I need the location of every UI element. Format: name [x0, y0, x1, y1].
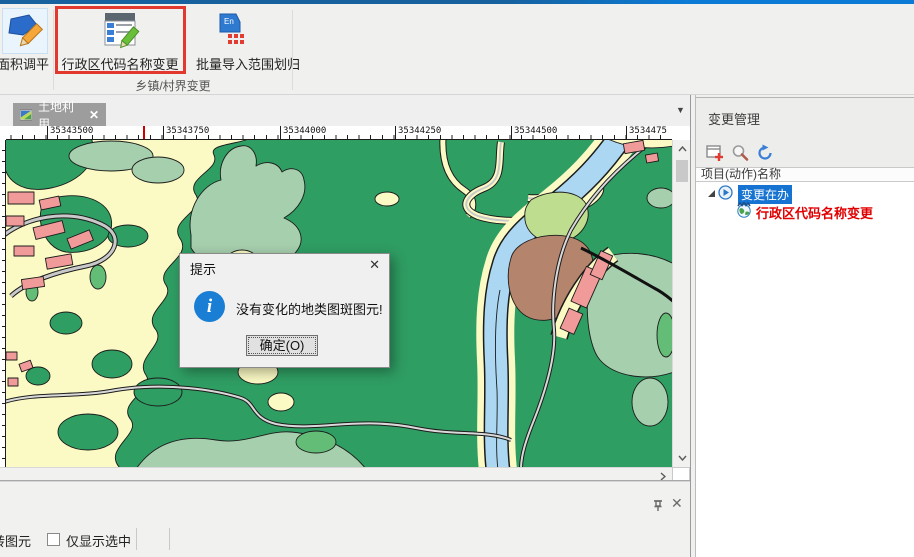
- batch-import-icon: En: [216, 12, 246, 48]
- map-horizontal-scrollbar[interactable]: [0, 467, 672, 481]
- message-dialog: 提示 ✕ i 没有变化的地类图斑图元! 确定(O): [179, 253, 390, 368]
- panel-splitter[interactable]: [690, 95, 691, 557]
- dialog-message: 没有变化的地类图斑图元!: [236, 299, 383, 318]
- area-balance-icon: [3, 9, 47, 53]
- batch-import-button[interactable]: En: [216, 12, 246, 48]
- tab-overflow-arrow-icon[interactable]: ▼: [676, 105, 685, 115]
- scroll-up-icon[interactable]: [678, 146, 687, 152]
- dialog-close-icon[interactable]: ✕: [369, 257, 380, 273]
- panel-title: 变更管理: [708, 109, 760, 128]
- ruler-cursor-marker: [143, 126, 145, 139]
- dialog-title: 提示: [190, 259, 216, 278]
- toolbar-separator: [136, 528, 137, 550]
- ribbon-toolbar: 面积调平 行政区代码名称变更 En: [0, 4, 914, 95]
- ruler-label: 35343500: [50, 126, 93, 136]
- application-window: 面积调平 行政区代码名称变更 En: [0, 0, 914, 557]
- ruler-label: 35343750: [166, 126, 209, 136]
- horizontal-ruler: 35343500 35343750 35344000 35344250 3534…: [0, 126, 672, 140]
- ruler-corner: [0, 126, 6, 140]
- ok-button[interactable]: 确定(O): [246, 335, 318, 356]
- show-selected-label: 仅显示选中: [66, 531, 131, 550]
- tree-expand-arrow-icon[interactable]: [708, 190, 715, 197]
- search-icon[interactable]: [731, 144, 749, 162]
- area-balance-label: 面积调平: [0, 54, 58, 73]
- document-tab-bar: 土地利用 ✕ ▼: [0, 95, 690, 126]
- ruler-minor-ticks: [0, 135, 672, 139]
- svg-text:En: En: [224, 17, 234, 26]
- scroll-down-icon[interactable]: [678, 455, 687, 461]
- ribbon-group-separator: [292, 10, 293, 90]
- ruler-label: 3534475: [629, 126, 667, 136]
- tree-column-header[interactable]: 项目(动作)名称: [696, 167, 914, 182]
- project-tree: 变更在办 行政区代码名称变更: [696, 182, 914, 557]
- toolbar-separator: [169, 528, 170, 550]
- tree-item-admin-code-change[interactable]: 行政区代码名称变更: [756, 203, 873, 222]
- tutorial-highlight-box: [55, 6, 186, 74]
- map-vertical-scrollbar[interactable]: [672, 140, 690, 467]
- map-tab-icon: [20, 109, 32, 121]
- change-management-panel: 变更管理 项目(动作)名称 变更在办: [696, 97, 914, 557]
- batch-import-label: 批量导入范围划归: [196, 54, 300, 73]
- tab-close-icon[interactable]: ✕: [89, 108, 99, 122]
- add-project-icon[interactable]: [706, 144, 724, 162]
- close-panel-icon[interactable]: ✕: [671, 495, 683, 512]
- ribbon-group-separator: [53, 10, 54, 90]
- pin-icon[interactable]: [651, 498, 665, 512]
- play-icon: [718, 185, 733, 200]
- show-selected-checkbox[interactable]: [47, 533, 60, 546]
- ruler-label: 35344500: [514, 126, 557, 136]
- ok-button-label: 确定(O): [260, 338, 305, 353]
- bottom-dock-panel: ✕ 转图元 仅显示选中: [0, 482, 690, 557]
- refresh-icon[interactable]: [756, 144, 774, 162]
- scrollbar-corner: [672, 467, 690, 481]
- vertical-scroll-thumb[interactable]: [676, 160, 688, 182]
- clipped-toolbar-label: 转图元: [0, 531, 31, 550]
- tab-land-use[interactable]: 土地利用 ✕: [13, 103, 106, 126]
- info-icon: i: [194, 291, 225, 322]
- ruler-label: 35344250: [398, 126, 441, 136]
- ruler-label: 35344000: [283, 126, 326, 136]
- area-balance-button[interactable]: [2, 8, 48, 54]
- ribbon-group-label: 乡镇/村界变更: [113, 77, 233, 94]
- globe-icon: [736, 202, 752, 218]
